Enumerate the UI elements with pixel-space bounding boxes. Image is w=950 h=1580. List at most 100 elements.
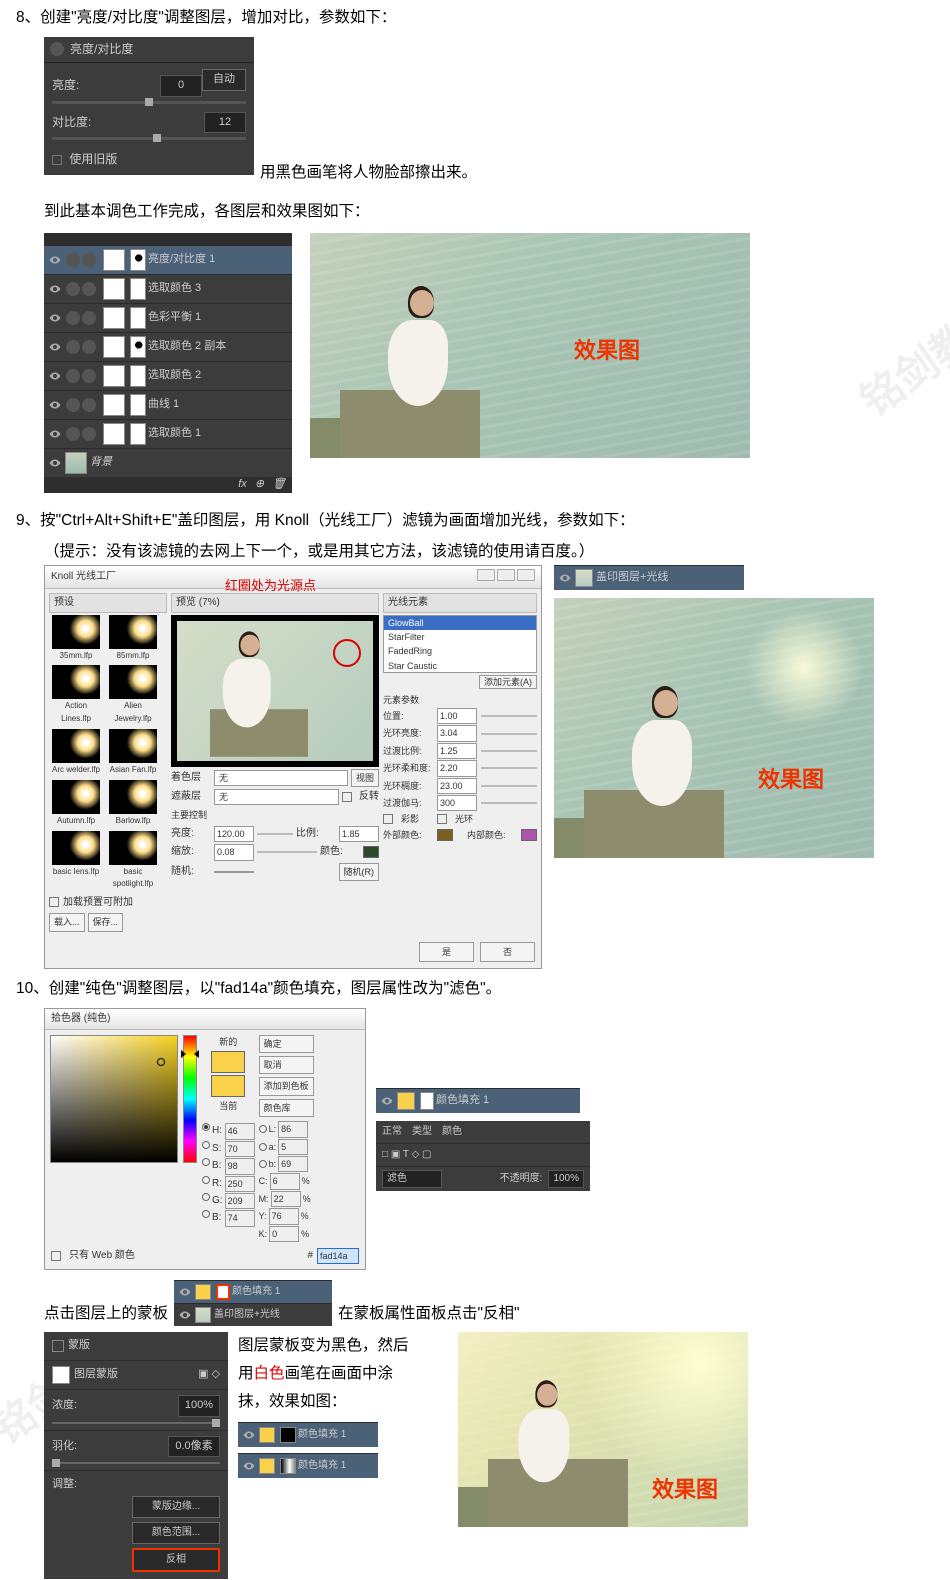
ringbright-input[interactable]: 3.04: [437, 725, 477, 741]
layer-row[interactable]: 颜色填充 1: [238, 1422, 378, 1447]
random-input[interactable]: [214, 871, 254, 873]
eye-icon[interactable]: [178, 1285, 192, 1299]
brightness-slider[interactable]: [52, 101, 246, 104]
b-input[interactable]: 98: [225, 1158, 255, 1174]
mask-tab[interactable]: 蒙版: [68, 1337, 90, 1355]
invert-button[interactable]: 反相: [132, 1548, 220, 1572]
invert-checkbox[interactable]: [342, 792, 352, 802]
elements-list[interactable]: GlowBall StarFilter FadedRing Star Caust…: [383, 615, 537, 673]
ringdens-input[interactable]: 23.00: [437, 778, 477, 794]
preset-item[interactable]: 85mm.lfp: [106, 615, 160, 663]
color-lib-button[interactable]: 颜色库: [259, 1099, 314, 1117]
layer-row[interactable]: 颜色填充 1: [174, 1280, 332, 1303]
feather-slider[interactable]: [52, 1462, 220, 1464]
brightness-slider[interactable]: [257, 828, 293, 840]
ratio-input[interactable]: 1.85: [339, 826, 379, 842]
c-input[interactable]: 6: [270, 1173, 300, 1189]
layer-row[interactable]: 背景: [44, 448, 292, 477]
eye-icon[interactable]: [242, 1428, 256, 1442]
preset-item[interactable]: Autumn.lfp: [49, 780, 103, 828]
m-input[interactable]: 22: [271, 1191, 301, 1207]
layer-row[interactable]: 颜色填充 1: [376, 1088, 580, 1113]
layer-row[interactable]: 色彩平衡 1: [44, 303, 292, 332]
color-shadow-checkbox[interactable]: [383, 814, 393, 824]
layer-row[interactable]: 盖印图层+光线: [554, 565, 744, 590]
list-item[interactable]: GlowBall: [384, 616, 536, 630]
eye-icon[interactable]: [380, 1094, 394, 1108]
r-radio[interactable]: [202, 1176, 210, 1184]
g-input[interactable]: 209: [225, 1193, 255, 1209]
preset-item[interactable]: Barlow.lfp: [106, 780, 160, 828]
list-item[interactable]: FadedRing: [384, 644, 536, 658]
k-input[interactable]: 0: [269, 1226, 299, 1242]
add-swatch-button[interactable]: 添加到色板: [259, 1077, 314, 1095]
add-element-button[interactable]: 添加元素(A): [479, 675, 537, 689]
layer-mask-highlighted[interactable]: [216, 1284, 230, 1300]
layer-row[interactable]: 选取颜色 2: [44, 361, 292, 390]
preset-item[interactable]: basic lens.lfp: [49, 831, 103, 892]
knoll-preview[interactable]: [171, 615, 379, 767]
web-only-checkbox[interactable]: [51, 1251, 61, 1261]
eye-icon[interactable]: [178, 1308, 192, 1322]
mask-edge-button[interactable]: 蒙版边缘...: [132, 1496, 220, 1518]
eye-icon[interactable]: [48, 311, 62, 325]
eye-icon[interactable]: [558, 571, 572, 585]
eye-icon[interactable]: [48, 282, 62, 296]
layer-row[interactable]: 曲线 1: [44, 390, 292, 419]
brightness-input[interactable]: 0: [160, 75, 202, 97]
h-input[interactable]: 46: [225, 1123, 255, 1139]
load-button[interactable]: 载入...: [49, 913, 85, 931]
list-item[interactable]: StarFilter: [384, 630, 536, 644]
b-radio[interactable]: [202, 1158, 210, 1166]
hue-slider[interactable]: [183, 1035, 197, 1163]
eye-icon[interactable]: [242, 1459, 256, 1473]
tab[interactable]: 颜色: [442, 1124, 462, 1140]
y-input[interactable]: 76: [269, 1208, 299, 1224]
outer-color-swatch[interactable]: [437, 829, 453, 841]
preset-item[interactable]: Action Lines.lfp: [49, 665, 103, 726]
view-button[interactable]: 视图: [351, 769, 379, 787]
list-item[interactable]: Star Caustic: [384, 659, 536, 673]
eye-icon[interactable]: [48, 398, 62, 412]
l-input[interactable]: 86: [278, 1121, 308, 1137]
feather-input[interactable]: 0.0像素: [168, 1436, 220, 1458]
layer-row[interactable]: 选取颜色 3: [44, 274, 292, 303]
tab[interactable]: 类型: [412, 1124, 432, 1140]
r-input[interactable]: 250: [225, 1176, 255, 1192]
color-gradient[interactable]: [50, 1035, 178, 1163]
layer-row[interactable]: 亮度/对比度 1: [44, 245, 292, 274]
layer-row[interactable]: 选取颜色 2 副本: [44, 332, 292, 361]
contrast-input[interactable]: 12: [204, 112, 246, 134]
ok-button[interactable]: 确定: [259, 1035, 314, 1053]
minimize-icon[interactable]: [477, 569, 495, 581]
layer-row[interactable]: 选取颜色 1: [44, 419, 292, 448]
eye-icon[interactable]: [48, 253, 62, 267]
eye-icon[interactable]: [48, 456, 62, 470]
tab[interactable]: 正常: [382, 1124, 402, 1140]
ok-button[interactable]: 是: [419, 942, 474, 962]
inner-color-swatch[interactable]: [521, 829, 537, 841]
preset-item[interactable]: 35mm.lfp: [49, 615, 103, 663]
overratio-input[interactable]: 1.25: [437, 743, 477, 759]
load-append-checkbox[interactable]: [49, 897, 59, 907]
eye-icon[interactable]: [48, 369, 62, 383]
preset-item[interactable]: Arc welder.lfp: [49, 729, 103, 777]
position-input[interactable]: 1.00: [437, 708, 477, 724]
opacity-input[interactable]: 100%: [548, 1170, 584, 1188]
eye-icon[interactable]: [48, 427, 62, 441]
preset-item[interactable]: Asian Fan.lfp: [106, 729, 160, 777]
cancel-button[interactable]: 取消: [259, 1056, 314, 1074]
auto-button[interactable]: 自动: [202, 69, 246, 91]
layer-row[interactable]: 颜色填充 1: [238, 1453, 378, 1478]
legacy-checkbox[interactable]: [52, 155, 62, 165]
density-slider[interactable]: [52, 1422, 220, 1424]
layer-row[interactable]: 盖印图层+光线: [174, 1303, 332, 1326]
color-swatch[interactable]: [363, 846, 379, 858]
color-range-button[interactable]: 颜色范围...: [132, 1522, 220, 1544]
layer-mask[interactable]: [130, 249, 146, 271]
gamma-input[interactable]: 300: [437, 795, 477, 811]
hex-input[interactable]: fad14a: [317, 1248, 359, 1264]
ringsoft-input[interactable]: 2.20: [437, 760, 477, 776]
scale-input[interactable]: 0.08: [214, 844, 254, 860]
density-input[interactable]: 100%: [178, 1395, 220, 1417]
